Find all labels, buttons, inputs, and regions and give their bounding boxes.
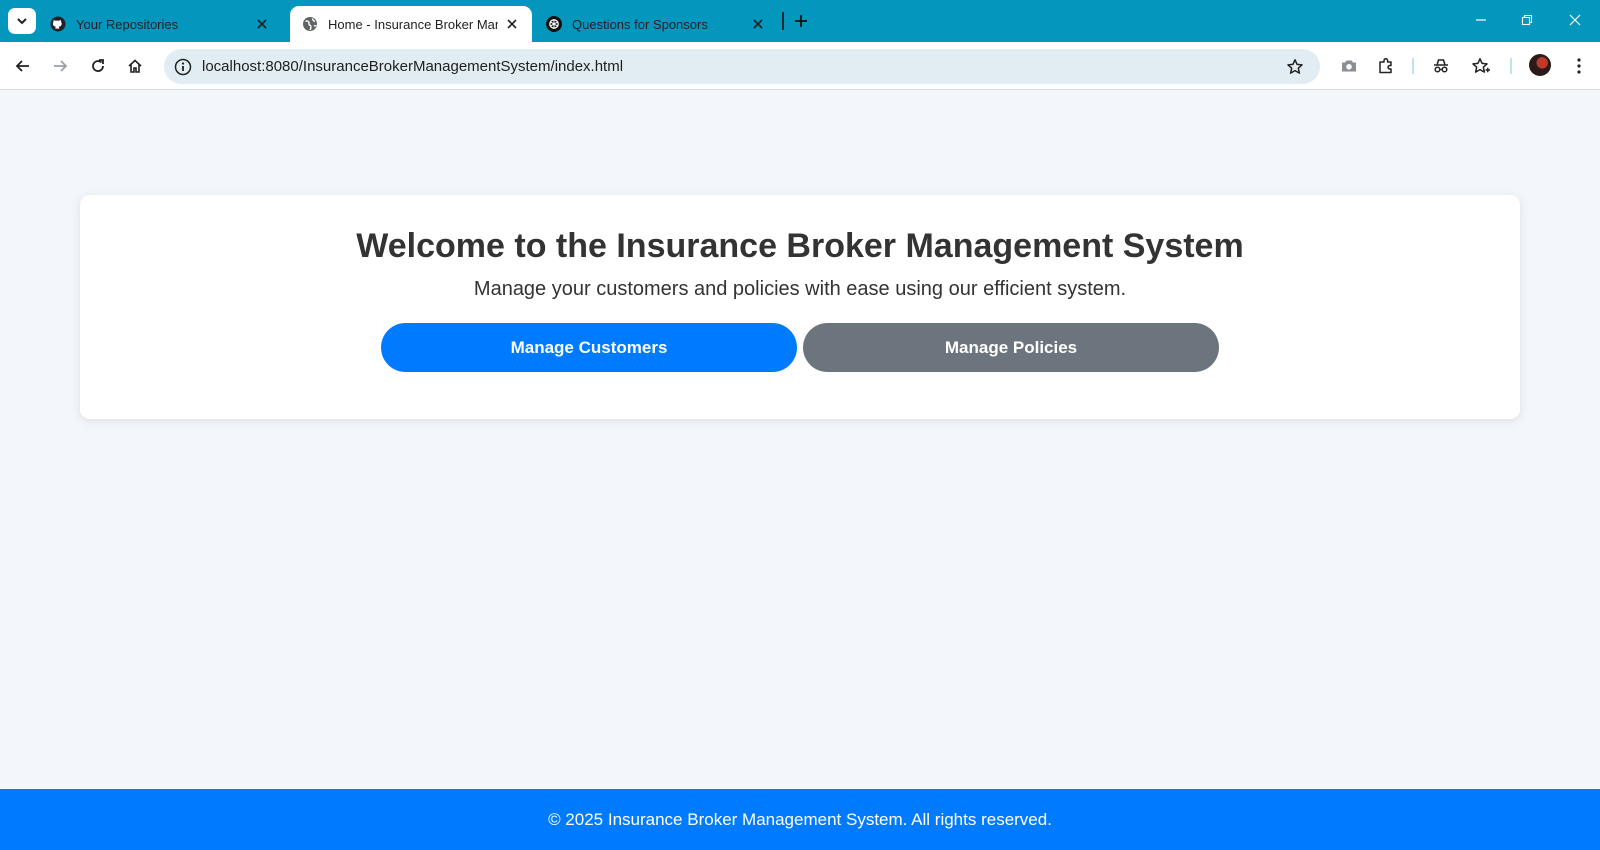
- welcome-card: Welcome to the Insurance Broker Manageme…: [80, 195, 1520, 419]
- tab-divider: [782, 12, 784, 30]
- toolbar-separator: [1412, 58, 1414, 74]
- arrow-right-icon: [54, 60, 68, 72]
- tab-questions-for-sponsors[interactable]: Questions for Sponsors: [534, 6, 778, 42]
- page-title: Welcome to the Insurance Broker Manageme…: [356, 227, 1244, 265]
- reload-button[interactable]: [84, 52, 112, 80]
- forward-button[interactable]: [46, 52, 74, 80]
- page-subtitle: Manage your customers and policies with …: [473, 278, 1127, 300]
- profile-avatar[interactable]: [1529, 54, 1551, 76]
- tab-title: Your Repositories: [76, 16, 179, 32]
- footer: © 2025 Insurance Broker Management Syste…: [0, 789, 1600, 850]
- more-menu-icon[interactable]: [1566, 53, 1592, 79]
- github-icon: [50, 16, 66, 32]
- home-icon: [128, 59, 142, 73]
- close-icon[interactable]: [254, 16, 270, 32]
- footer-text: © 2025 Insurance Broker Management Syste…: [548, 809, 1052, 829]
- new-tab-button[interactable]: [790, 10, 812, 32]
- extensions-puzzle-icon[interactable]: [1373, 53, 1399, 79]
- bookmark-star-icon[interactable]: [1284, 56, 1306, 78]
- site-info-icon[interactable]: [172, 56, 193, 77]
- close-icon[interactable]: [504, 16, 520, 32]
- close-icon: [1569, 14, 1581, 26]
- openai-icon: [546, 16, 562, 32]
- tab-search-button[interactable]: [8, 8, 36, 34]
- tab-your-repositories[interactable]: Your Repositories: [38, 6, 282, 42]
- home-button[interactable]: [121, 52, 149, 80]
- tab-title: Home - Insurance Broker Management Syste…: [328, 16, 498, 32]
- camera-icon[interactable]: [1336, 53, 1362, 79]
- globe-icon: [302, 16, 318, 32]
- chevron-down-icon: [17, 18, 27, 25]
- back-button[interactable]: [9, 52, 37, 80]
- arrow-left-icon: [15, 60, 29, 72]
- address-bar[interactable]: localhost:8080/InsuranceBrokerManagement…: [164, 49, 1320, 84]
- tab-title: Questions for Sponsors: [572, 16, 708, 32]
- close-window-button[interactable]: [1560, 8, 1590, 32]
- manage-policies-button[interactable]: Manage Policies: [803, 323, 1219, 372]
- minimize-icon: [1476, 19, 1486, 21]
- plus-icon: [795, 15, 807, 27]
- restore-button[interactable]: [1512, 8, 1542, 32]
- close-icon[interactable]: [750, 16, 766, 32]
- minimize-button[interactable]: [1466, 8, 1496, 32]
- bookmarks-icon[interactable]: [1468, 53, 1494, 79]
- incognito-icon[interactable]: [1428, 53, 1454, 79]
- reload-icon: [92, 59, 104, 72]
- manage-customers-button[interactable]: Manage Customers: [381, 323, 797, 372]
- tab-home-insurance-broker[interactable]: Home - Insurance Broker Management Syste…: [290, 6, 532, 42]
- toolbar-separator: [1510, 58, 1512, 74]
- restore-icon: [1521, 14, 1533, 26]
- tab-strip: Your Repositories Home - Insurance Broke…: [0, 0, 1600, 42]
- url-text: localhost:8080/InsuranceBrokerManagement…: [202, 58, 624, 75]
- browser-toolbar: localhost:8080/InsuranceBrokerManagement…: [0, 42, 1600, 90]
